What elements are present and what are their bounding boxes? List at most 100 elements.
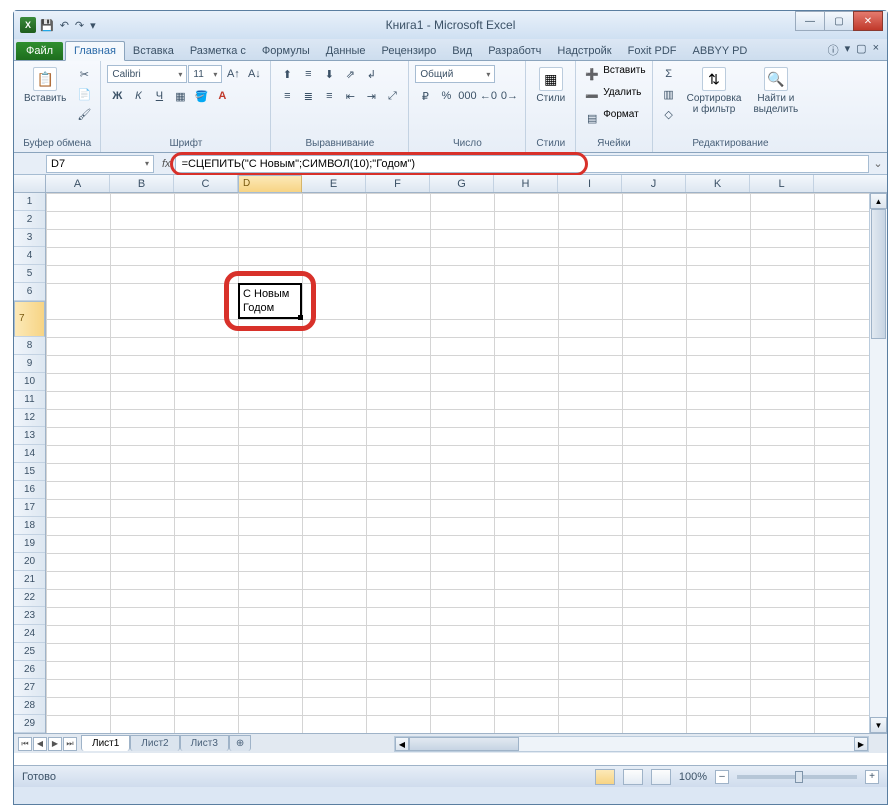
bold-button[interactable]: Ж [107,87,127,105]
paste-button[interactable]: 📋 Вставить [20,65,70,106]
insert-cells-icon[interactable]: ➕ [582,65,602,83]
expand-formula-icon[interactable]: ⌄ [869,157,887,170]
zoom-level[interactable]: 100% [679,771,707,783]
row-header[interactable]: 10 [14,373,45,391]
vscroll-thumb[interactable] [871,209,886,339]
row-header[interactable]: 27 [14,679,45,697]
align-right-icon[interactable]: ≡ [319,87,339,105]
sheet-nav-last-icon[interactable]: ⏭ [63,737,77,751]
row-header[interactable]: 28 [14,697,45,715]
font-color-button[interactable]: A [212,87,232,105]
row-header[interactable]: 2 [14,211,45,229]
col-header-k[interactable]: K [686,175,750,192]
italic-button[interactable]: К [128,87,148,105]
fill-color-button[interactable]: 🪣 [191,87,211,105]
scroll-left-icon[interactable]: ◀ [395,737,409,751]
tab-foxit[interactable]: Foxit PDF [620,42,685,60]
col-header-f[interactable]: F [366,175,430,192]
tab-data[interactable]: Данные [318,42,374,60]
qat-dropdown-icon[interactable]: ▾ [88,19,98,32]
cells-grid[interactable]: С Новым Годом ▲ ▼ [46,193,887,733]
new-sheet-button[interactable]: ⊕ [229,735,251,751]
col-header-g[interactable]: G [430,175,494,192]
col-header-j[interactable]: J [622,175,686,192]
row-header[interactable]: 25 [14,643,45,661]
scroll-down-icon[interactable]: ▼ [870,717,887,733]
comma-icon[interactable]: 000 [457,87,477,105]
row-header[interactable]: 29 [14,715,45,733]
row-header[interactable]: 21 [14,571,45,589]
view-layout-button[interactable] [623,769,643,785]
hscroll-thumb[interactable] [409,737,519,751]
find-select-button[interactable]: 🔍 Найти и выделить [749,65,802,117]
view-pagebreak-button[interactable] [651,769,671,785]
formula-bar[interactable]: =СЦЕПИТЬ("С Новым";СИМВОЛ(10);"Годом") [175,155,869,173]
delete-cells-label[interactable]: Удалить [603,87,641,105]
indent-dec-icon[interactable]: ⇤ [340,87,360,105]
save-icon[interactable]: 💾 [38,19,56,32]
zoom-in-button[interactable]: + [865,770,879,784]
doc-close-icon[interactable]: × [873,42,879,58]
horizontal-scrollbar[interactable]: ◀ ▶ [394,736,869,752]
ribbon-minimize-icon[interactable]: ▾ [845,42,851,58]
col-header-h[interactable]: H [494,175,558,192]
sort-filter-button[interactable]: ⇅ Сортировка и фильтр [683,65,746,117]
col-header-e[interactable]: E [302,175,366,192]
styles-button[interactable]: ▦ Стили [532,65,569,106]
row-header[interactable]: 1 [14,193,45,211]
col-header-c[interactable]: C [174,175,238,192]
tab-formulas[interactable]: Формулы [254,42,318,60]
increase-decimal-icon[interactable]: ←0 [478,87,498,105]
number-format-select[interactable]: Общий▾ [415,65,495,83]
format-cells-icon[interactable]: ▤ [582,109,602,127]
align-center-icon[interactable]: ≣ [298,87,318,105]
decrease-decimal-icon[interactable]: 0→ [499,87,519,105]
align-left-icon[interactable]: ≡ [277,87,297,105]
grow-font-icon[interactable]: A↑ [223,65,243,83]
row-header[interactable]: 23 [14,607,45,625]
row-header[interactable]: 11 [14,391,45,409]
zoom-slider[interactable] [737,775,857,779]
col-header-b[interactable]: B [110,175,174,192]
clear-icon[interactable]: ◇ [659,105,679,123]
tab-view[interactable]: Вид [444,42,480,60]
delete-cells-icon[interactable]: ➖ [582,87,602,105]
underline-button[interactable]: Ч [149,87,169,105]
row-header[interactable]: 17 [14,499,45,517]
row-header[interactable]: 9 [14,355,45,373]
scroll-up-icon[interactable]: ▲ [870,193,887,209]
scroll-right-icon[interactable]: ▶ [854,737,868,751]
undo-icon[interactable]: ↶ [58,19,71,32]
font-name-select[interactable]: Calibri▾ [107,65,187,83]
row-header[interactable]: 22 [14,589,45,607]
sheet-tab-active[interactable]: Лист1 [81,735,130,751]
tab-review[interactable]: Рецензиро [374,42,445,60]
tab-layout[interactable]: Разметка с [182,42,254,60]
redo-icon[interactable]: ↷ [73,19,86,32]
tab-insert[interactable]: Вставка [125,42,182,60]
align-top-icon[interactable]: ⬆ [277,65,297,83]
indent-inc-icon[interactable]: ⇥ [361,87,381,105]
fx-icon[interactable]: fx [162,158,171,170]
row-header[interactable]: 24 [14,625,45,643]
format-cells-label[interactable]: Формат [603,109,639,127]
close-button[interactable]: ✕ [853,11,883,31]
sheet-tab[interactable]: Лист2 [130,735,179,751]
doc-restore-icon[interactable]: ▢ [856,42,866,58]
row-header[interactable]: 3 [14,229,45,247]
row-header[interactable]: 13 [14,427,45,445]
row-header-selected[interactable]: 7 [14,301,45,337]
row-header[interactable]: 20 [14,553,45,571]
orientation-icon[interactable]: ⇗ [340,65,360,83]
format-painter-icon[interactable]: 🖌 [74,105,94,123]
row-header[interactable]: 14 [14,445,45,463]
sheet-nav-next-icon[interactable]: ▶ [48,737,62,751]
select-all-corner[interactable] [14,175,46,192]
zoom-out-button[interactable]: – [715,770,729,784]
help-icon[interactable]: ⓘ [828,42,839,58]
tab-developer[interactable]: Разработч [480,42,549,60]
align-bottom-icon[interactable]: ⬇ [319,65,339,83]
autosum-icon[interactable]: Σ [659,65,679,83]
row-header[interactable]: 15 [14,463,45,481]
tab-home[interactable]: Главная [65,41,125,61]
